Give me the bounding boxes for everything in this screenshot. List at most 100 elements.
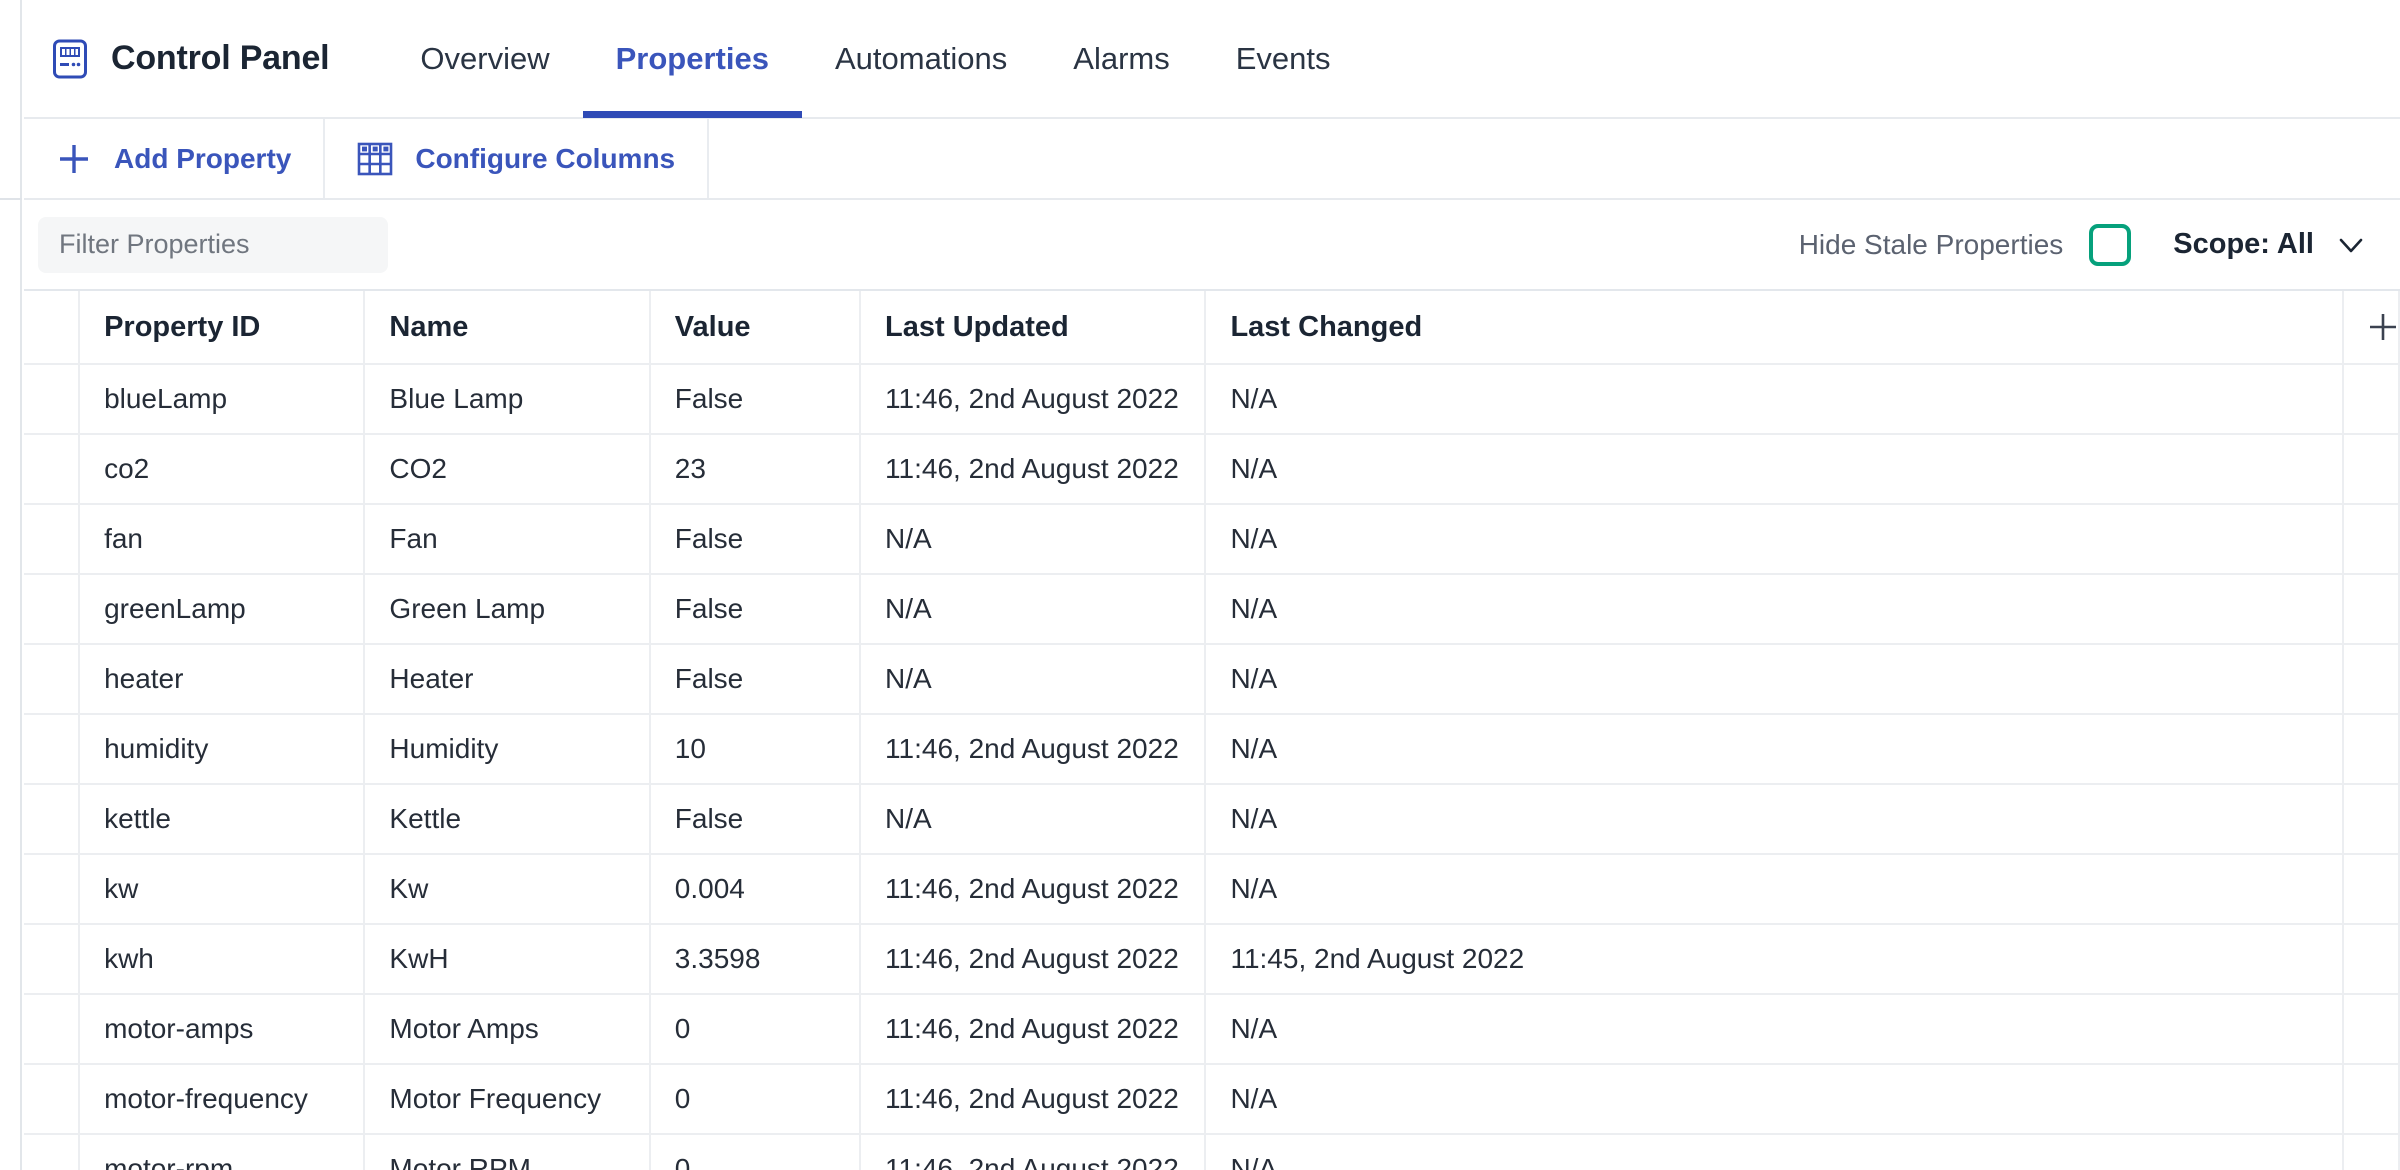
column-header-value[interactable]: Value (649, 291, 862, 365)
cell-name: Motor RPM (364, 1134, 651, 1170)
filter-toolbar: Hide Stale Properties Scope: All (24, 200, 2400, 289)
cell-extra (2342, 434, 2400, 505)
control-panel-device-icon (49, 38, 91, 80)
cell-property-id: blueLamp (79, 364, 366, 435)
hide-stale-properties-checkbox[interactable] (2089, 223, 2132, 266)
cell-last-changed: N/A (1205, 644, 2344, 715)
row-select-cell[interactable] (24, 854, 81, 925)
row-select-cell[interactable] (24, 504, 81, 575)
gutter-divider (0, 198, 22, 200)
scope-dropdown[interactable]: Scope: All (2173, 228, 2368, 262)
table-row[interactable]: blueLamp Blue Lamp False 11:46, 2nd August … (24, 364, 2400, 435)
table-row[interactable]: motor-frequency Motor Frequency 0 11:46, 2n… (24, 1064, 2400, 1135)
table-row[interactable]: greenLamp Green Lamp False N/A N/A (24, 574, 2400, 645)
row-select-cell[interactable] (24, 784, 81, 855)
add-column-button[interactable] (2366, 291, 2397, 362)
cell-extra (2342, 784, 2400, 855)
column-header-last-changed[interactable]: Last Changed (1205, 291, 2344, 365)
cell-last-updated: 11:46, 2nd August 2022 (860, 1064, 1207, 1135)
main-tabs: Overview Properties Automations Alarms E… (387, 0, 1363, 118)
row-select-cell[interactable] (24, 924, 81, 995)
cell-extra (2342, 364, 2400, 435)
table-row[interactable]: motor-rpm Motor RPM 0 11:46, 2nd August 202… (24, 1134, 2400, 1170)
cell-property-id: co2 (79, 434, 366, 505)
cell-last-updated: 11:46, 2nd August 2022 (860, 924, 1207, 995)
table-body: blueLamp Blue Lamp False 11:46, 2nd August … (24, 364, 2400, 1170)
cell-extra (2342, 714, 2400, 785)
row-select-cell[interactable] (24, 994, 81, 1065)
tab-properties[interactable]: Properties (582, 0, 803, 118)
cell-name: Heater (364, 644, 651, 715)
column-header-property-id[interactable]: Property ID (79, 291, 366, 365)
cell-last-changed: N/A (1205, 364, 2344, 435)
plus-icon (2366, 310, 2397, 344)
table-row[interactable]: humidity Humidity 10 11:46, 2nd August 2022… (24, 714, 2400, 785)
cell-extra (2342, 854, 2400, 925)
filter-properties-input[interactable] (38, 216, 388, 273)
cell-property-id: motor-rpm (79, 1134, 366, 1170)
cell-extra (2342, 994, 2400, 1065)
action-toolbar: Add Property Configure Columns (24, 119, 2400, 200)
cell-name: Motor Amps (364, 994, 651, 1065)
cell-name: CO2 (364, 434, 651, 505)
row-select-cell[interactable] (24, 644, 81, 715)
cell-value: False (649, 784, 862, 855)
row-select-cell[interactable] (24, 1134, 81, 1170)
cell-last-updated: 11:46, 2nd August 2022 (860, 364, 1207, 435)
cell-value: False (649, 644, 862, 715)
cell-property-id: greenLamp (79, 574, 366, 645)
brand: Control Panel (49, 38, 330, 80)
column-header-name[interactable]: Name (364, 291, 651, 365)
cell-last-changed: N/A (1205, 1134, 2344, 1170)
cell-property-id: fan (79, 504, 366, 575)
left-frame-gutter (0, 0, 22, 1170)
cell-value: 23 (649, 434, 862, 505)
table-row[interactable]: co2 CO2 23 11:46, 2nd August 2022 N/A (24, 434, 2400, 505)
cell-last-changed: 11:45, 2nd August 2022 (1205, 924, 2344, 995)
cell-value: 0 (649, 1134, 862, 1170)
cell-property-id: kettle (79, 784, 366, 855)
cell-name: Kettle (364, 784, 651, 855)
cell-last-updated: N/A (860, 504, 1207, 575)
cell-name: KwH (364, 924, 651, 995)
cell-name: Green Lamp (364, 574, 651, 645)
table-row[interactable]: kw Kw 0.004 11:46, 2nd August 2022 N/A (24, 854, 2400, 925)
row-select-cell[interactable] (24, 574, 81, 645)
cell-value: 3.3598 (649, 924, 862, 995)
table-row[interactable]: heater Heater False N/A N/A (24, 644, 2400, 715)
add-property-label: Add Property (114, 142, 292, 174)
tab-automations[interactable]: Automations (802, 0, 1040, 118)
cell-last-updated: 11:46, 2nd August 2022 (860, 854, 1207, 925)
cell-property-id: kwh (79, 924, 366, 995)
cell-name: Fan (364, 504, 651, 575)
cell-value: 0.004 (649, 854, 862, 925)
tab-overview[interactable]: Overview (387, 0, 582, 118)
cell-extra (2342, 574, 2400, 645)
control-panel-page: Control Panel Overview Properties Automa… (0, 0, 2400, 1170)
app-header: Control Panel Overview Properties Automa… (24, 0, 2400, 119)
add-property-button[interactable]: Add Property (24, 119, 326, 198)
table-row[interactable]: motor-amps Motor Amps 0 11:46, 2nd August 2… (24, 994, 2400, 1065)
table-row[interactable]: kettle Kettle False N/A N/A (24, 784, 2400, 855)
cell-extra (2342, 644, 2400, 715)
cell-value: 0 (649, 1064, 862, 1135)
table-row[interactable]: fan Fan False N/A N/A (24, 504, 2400, 575)
tab-events[interactable]: Events (1203, 0, 1364, 118)
row-select-cell[interactable] (24, 364, 81, 435)
cell-last-changed: N/A (1205, 784, 2344, 855)
row-select-cell[interactable] (24, 714, 81, 785)
cell-last-changed: N/A (1205, 854, 2344, 925)
table-header-row: Property ID Name Value Last Updated Last… (24, 291, 2400, 365)
cell-name: Blue Lamp (364, 364, 651, 435)
column-header-last-updated[interactable]: Last Updated (860, 291, 1207, 365)
cell-last-updated: N/A (860, 574, 1207, 645)
cell-last-updated: N/A (860, 784, 1207, 855)
cell-last-updated: N/A (860, 644, 1207, 715)
row-select-cell[interactable] (24, 1064, 81, 1135)
cell-property-id: heater (79, 644, 366, 715)
cell-extra (2342, 1064, 2400, 1135)
configure-columns-button[interactable]: Configure Columns (325, 119, 710, 198)
row-select-cell[interactable] (24, 434, 81, 505)
table-row[interactable]: kwh KwH 3.3598 11:46, 2nd August 2022 11:45,… (24, 924, 2400, 995)
tab-alarms[interactable]: Alarms (1040, 0, 1202, 118)
